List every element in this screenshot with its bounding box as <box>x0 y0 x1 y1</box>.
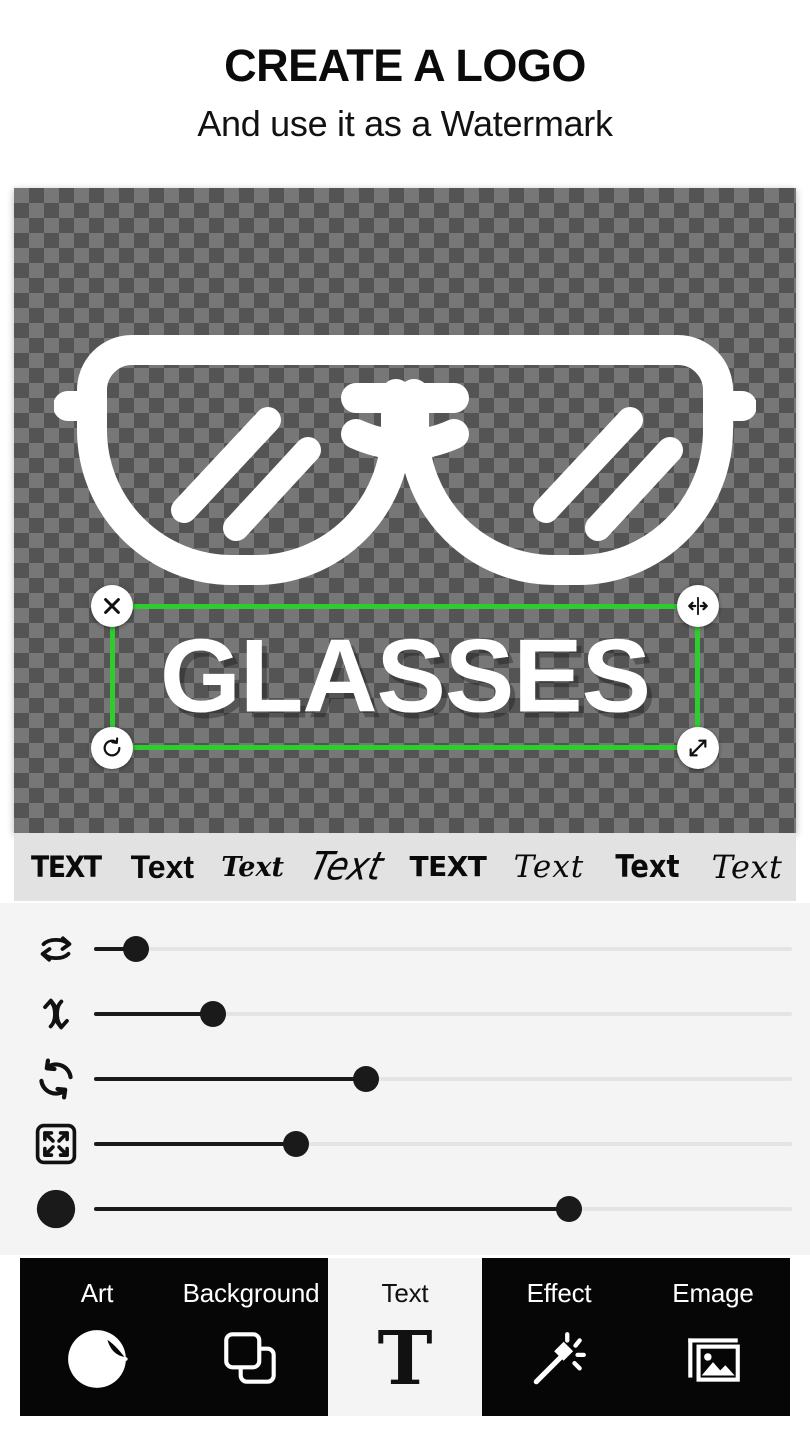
font-option-5[interactable]: Text <box>512 851 587 883</box>
header: CREATE A LOGO And use it as a Watermark <box>0 0 810 145</box>
toolbar-label-background: Background <box>182 1278 320 1308</box>
toolbar-item-image[interactable]: Emage <box>636 1258 790 1416</box>
font-option-6[interactable]: Text <box>614 851 682 883</box>
toolbar-label-text: Text <box>381 1278 429 1308</box>
font-option-4[interactable]: TEXT <box>407 853 488 881</box>
selection-edge-bottom <box>112 745 698 750</box>
font-style-strip[interactable]: TEXT Text Text Text TEXT Text Text Text <box>14 833 796 901</box>
slider-track-rotate[interactable] <box>94 1059 792 1099</box>
toolbar-label-art: Art <box>80 1278 114 1308</box>
rotate-reset-icon[interactable] <box>91 727 133 769</box>
slider-row-flip-vertical[interactable] <box>0 982 810 1046</box>
editor-canvas[interactable]: GLASSES <box>14 188 796 833</box>
slider-row-size[interactable] <box>0 1112 810 1176</box>
expand-icon <box>30 1118 82 1170</box>
slider-row-rotate[interactable] <box>0 1047 810 1111</box>
font-option-2[interactable]: Text <box>219 854 286 881</box>
opacity-circle-icon <box>30 1183 82 1235</box>
slider-fill <box>94 1012 213 1016</box>
toolbar-item-art[interactable]: Art <box>20 1258 174 1416</box>
flip-horizontal-icon <box>30 923 82 975</box>
slider-fill <box>94 1077 367 1081</box>
slider-track-flip-vertical[interactable] <box>94 994 792 1034</box>
close-icon[interactable] <box>91 585 133 627</box>
slider-track-flip-horizontal[interactable] <box>94 929 792 969</box>
slider-fill <box>94 1207 569 1211</box>
slider-track-size[interactable] <box>94 1124 792 1164</box>
slider-thumb[interactable] <box>283 1131 310 1157</box>
font-option-0[interactable]: TEXT <box>29 852 102 882</box>
toolbar-item-effect[interactable]: Effect <box>482 1258 636 1416</box>
magic-wand-icon <box>526 1323 592 1395</box>
slider-fill <box>94 1142 297 1146</box>
image-icon <box>680 1323 746 1395</box>
toolbar-item-text[interactable]: Text T <box>328 1258 482 1416</box>
font-option-7[interactable]: Text <box>710 851 785 883</box>
text-T-icon: T <box>377 1315 433 1402</box>
resize-diagonal-icon[interactable] <box>677 727 719 769</box>
layers-icon <box>218 1323 284 1395</box>
slider-thumb[interactable] <box>353 1066 380 1092</box>
slider-panel <box>0 903 810 1255</box>
rotate-icon <box>30 1053 82 1105</box>
font-option-3[interactable]: Text <box>304 844 389 890</box>
text-selection-box[interactable]: GLASSES <box>91 585 719 769</box>
toolbar-label-image: Emage <box>672 1278 754 1308</box>
page-title: CREATE A LOGO <box>224 40 586 91</box>
flip-horizontal-icon[interactable] <box>677 585 719 627</box>
sticker-icon <box>64 1323 130 1395</box>
slider-track-opacity[interactable] <box>94 1189 792 1229</box>
app-root: CREATE A LOGO And use it as a Watermark <box>0 0 810 1440</box>
logo-text[interactable]: GLASSES <box>160 618 651 737</box>
toolbar-item-background[interactable]: Background <box>174 1258 328 1416</box>
slider-thumb[interactable] <box>122 936 149 962</box>
selection-edge-top <box>112 604 698 609</box>
slider-thumb[interactable] <box>199 1001 226 1027</box>
toolbar-label-effect: Effect <box>526 1278 592 1308</box>
page-subtitle: And use it as a Watermark <box>197 103 613 145</box>
slider-thumb[interactable] <box>555 1196 582 1222</box>
bottom-toolbar: Art Background Text T Effect Emage <box>20 1258 790 1416</box>
flip-vertical-icon <box>30 988 82 1040</box>
slider-row-opacity[interactable] <box>0 1177 810 1241</box>
font-option-1[interactable]: Text <box>129 851 196 883</box>
slider-track-bg <box>94 947 792 951</box>
glasses-icon[interactable] <box>54 288 756 608</box>
text-T-glyph: T <box>377 1315 433 1402</box>
slider-row-flip-horizontal[interactable] <box>0 917 810 981</box>
